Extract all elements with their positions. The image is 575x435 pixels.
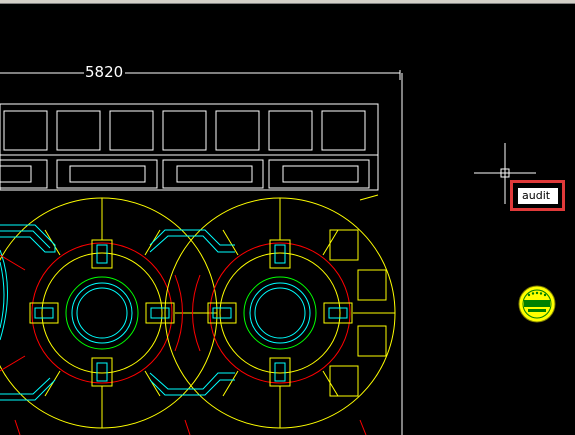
stamp-logo-icon — [518, 285, 556, 323]
command-highlight-box: audit — [510, 180, 565, 211]
rail-row — [0, 154, 379, 191]
dimension-label: 5820 — [84, 63, 125, 81]
dimension-line — [0, 70, 403, 435]
dynamic-input-field[interactable]: audit — [518, 188, 558, 204]
red-accents — [0, 254, 367, 435]
panel-row — [0, 103, 379, 156]
